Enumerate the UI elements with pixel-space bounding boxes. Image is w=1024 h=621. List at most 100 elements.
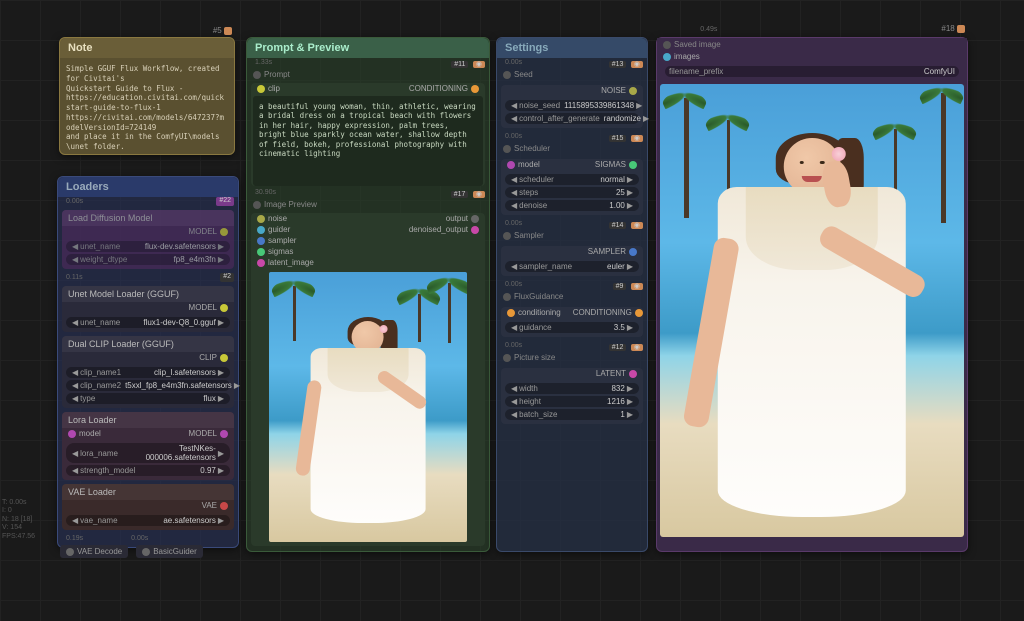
prompt-preview-group[interactable]: Prompt & Preview 1.33s#11 ◉ Prompt clip …	[246, 37, 490, 552]
timing-label: 0.11s	[62, 273, 87, 282]
param-vae-name[interactable]: ◀vae_nameae.safetensors▶	[66, 515, 230, 526]
output-noise[interactable]: NOISE	[501, 85, 643, 96]
output-model[interactable]: MODEL	[62, 302, 234, 313]
canvas-stats: T: 0.00sI: 0N: 18 [18]V: 154FPS:47.56	[2, 499, 35, 541]
output-sampler[interactable]: SAMPLER	[501, 246, 643, 257]
param-unet-name[interactable]: ◀unet_nameflux-dev.safetensors▶	[66, 241, 230, 252]
param-width[interactable]: ◀width832▶	[505, 383, 639, 394]
saved-image-node[interactable]: 0.49s#18 Saved image images filename_pre…	[656, 37, 968, 552]
preview-image[interactable]	[269, 272, 467, 542]
input-guider[interactable]: guider	[251, 224, 320, 235]
timing-label: 0.00s	[127, 534, 152, 543]
note-text[interactable]: Simple GGUF Flux Workflow, created for C…	[60, 58, 234, 158]
settings-title: Settings	[497, 38, 647, 58]
timing-label: 30.90s	[251, 188, 280, 198]
param-unet-name[interactable]: ◀unet_nameflux1-dev-Q8_0.gguf▶	[66, 317, 230, 328]
node-sampler[interactable]: SAMPLER ◀sampler_nameeuler▶	[501, 246, 643, 276]
node-prompt-header: Prompt	[247, 68, 489, 81]
param-type[interactable]: ◀typeflux▶	[66, 393, 230, 404]
node-seed[interactable]: NOISE ◀noise_seed1115895339861348▶ ◀cont…	[501, 85, 643, 128]
input-latent[interactable]: latent_image	[251, 257, 320, 268]
timing-label: 0.00s	[501, 341, 526, 351]
loaders-group[interactable]: Loaders 0.00s#22 Load Diffusion Model MO…	[57, 176, 239, 548]
node-icon: ◉	[631, 222, 643, 229]
node-title: Unet Model Loader (GGUF)	[62, 286, 234, 302]
output-model[interactable]: MODEL	[62, 226, 234, 237]
node-icon: ◉	[631, 283, 643, 290]
node-icon: ◉	[473, 191, 485, 198]
input-sigmas[interactable]: sigmas	[251, 246, 320, 257]
node-dual-clip-loader[interactable]: Dual CLIP Loader (GGUF) CLIP ◀clip_name1…	[62, 336, 234, 408]
node-unet-loader[interactable]: Unet Model Loader (GGUF) MODEL ◀unet_nam…	[62, 286, 234, 332]
note-panel[interactable]: #5 Note Simple GGUF Flux Workflow, creat…	[59, 37, 235, 155]
input-model[interactable]: model	[501, 159, 546, 170]
node-id-badge: #13	[609, 61, 627, 68]
node-picture-size-header: Picture size	[497, 351, 647, 364]
node-picture-size[interactable]: LATENT ◀width832▶ ◀height1216▶ ◀batch_si…	[501, 368, 643, 424]
param-lora-name[interactable]: ◀lora_nameTestNKes-000006.safetensors▶	[66, 443, 230, 463]
node-icon	[224, 27, 232, 35]
param-denoise[interactable]: ◀denoise1.00▶	[505, 200, 639, 211]
node-id-badge: #9	[613, 283, 627, 290]
param-clip-name2[interactable]: ◀clip_name2t5xxl_fp8_e4m3fn.safetensors▶	[66, 380, 230, 391]
node-basic-guider-collapsed[interactable]: BasicGuider	[136, 545, 203, 558]
param-height[interactable]: ◀height1216▶	[505, 396, 639, 407]
param-steps[interactable]: ◀steps25▶	[505, 187, 639, 198]
param-weight-dtype[interactable]: ◀weight_dtypefp8_e4m3fn▶	[66, 254, 230, 265]
node-image-preview[interactable]: noise guider sampler sigmas latent_image…	[251, 213, 485, 546]
param-sampler-name[interactable]: ◀sampler_nameeuler▶	[505, 261, 639, 272]
node-lora-loader[interactable]: Lora Loader model MODEL ◀lora_nameTestNK…	[62, 412, 234, 480]
note-title: Note	[60, 38, 234, 58]
node-id-badge: #12	[609, 344, 627, 351]
output-sigmas[interactable]: SIGMAS	[589, 159, 643, 170]
node-vae-decode-collapsed[interactable]: VAE Decode	[60, 545, 128, 558]
input-sampler[interactable]: sampler	[251, 235, 320, 246]
node-id-badge: #17	[451, 191, 469, 198]
param-scheduler[interactable]: ◀schedulernormal▶	[505, 174, 639, 185]
param-noise-seed[interactable]: ◀noise_seed1115895339861348▶	[505, 100, 639, 111]
output-denoised[interactable]: denoised_output	[403, 224, 485, 235]
node-icon	[957, 25, 965, 33]
output-vae[interactable]: VAE	[62, 500, 234, 511]
output-model[interactable]: MODEL	[183, 428, 234, 439]
node-icon: ◉	[473, 61, 485, 68]
node-title: Load Diffusion Model	[62, 210, 234, 226]
param-strength[interactable]: ◀strength_model0.97▶	[66, 465, 230, 476]
param-control-after-gen[interactable]: ◀control_after_generaterandomize▶	[505, 113, 639, 124]
input-model[interactable]: model	[62, 428, 107, 439]
node-sampler-header: Sampler	[497, 229, 647, 242]
prompt-textarea[interactable]: a beautiful young woman, thin, athletic,…	[253, 96, 483, 186]
output-latent[interactable]: LATENT	[501, 368, 643, 379]
input-images[interactable]: images	[657, 51, 967, 62]
node-icon: ◉	[631, 61, 643, 68]
param-batch-size[interactable]: ◀batch_size1▶	[505, 409, 639, 420]
settings-group[interactable]: Settings 0.00s#13 ◉ Seed NOISE ◀noise_se…	[496, 37, 648, 552]
node-preview-header: Image Preview	[247, 198, 489, 211]
timing-label: 0.00s	[501, 219, 526, 229]
output-conditioning[interactable]: CONDITIONING	[567, 307, 649, 318]
param-guidance[interactable]: ◀guidance3.5▶	[505, 322, 639, 333]
node-id-badge: #22	[216, 197, 234, 206]
node-scheduler[interactable]: model SIGMAS ◀schedulernormal▶ ◀steps25▶…	[501, 159, 643, 215]
input-clip[interactable]: clip	[251, 83, 286, 94]
node-id-badge: 0.49s#18	[696, 24, 965, 33]
output-clip[interactable]: CLIP	[62, 352, 234, 363]
output-output[interactable]: output	[403, 213, 485, 224]
timing-label: 1.33s	[251, 58, 276, 68]
node-icon: ◉	[631, 344, 643, 351]
output-conditioning[interactable]: CONDITIONING	[403, 83, 485, 94]
param-filename-prefix[interactable]: filename_prefixComfyUI	[665, 66, 959, 77]
input-conditioning[interactable]: conditioning	[501, 307, 567, 318]
node-prompt[interactable]: clip CONDITIONING a beautiful young woma…	[251, 83, 485, 186]
node-vae-loader[interactable]: VAE Loader VAE ◀vae_nameae.safetensors▶	[62, 484, 234, 530]
timing-label: 0.19s	[62, 534, 87, 543]
saved-image-output[interactable]	[660, 84, 964, 537]
prompt-preview-title: Prompt & Preview	[247, 38, 489, 58]
param-clip-name1[interactable]: ◀clip_name1clip_l.safetensors▶	[66, 367, 230, 378]
node-load-diffusion[interactable]: Load Diffusion Model MODEL ◀unet_nameflu…	[62, 210, 234, 269]
input-noise[interactable]: noise	[251, 213, 320, 224]
node-flux-guidance[interactable]: conditioning CONDITIONING ◀guidance3.5▶	[501, 307, 643, 337]
arrow-left-icon[interactable]: ◀	[70, 242, 80, 251]
arrow-right-icon[interactable]: ▶	[216, 242, 226, 251]
node-id-badge: #2	[220, 273, 234, 282]
